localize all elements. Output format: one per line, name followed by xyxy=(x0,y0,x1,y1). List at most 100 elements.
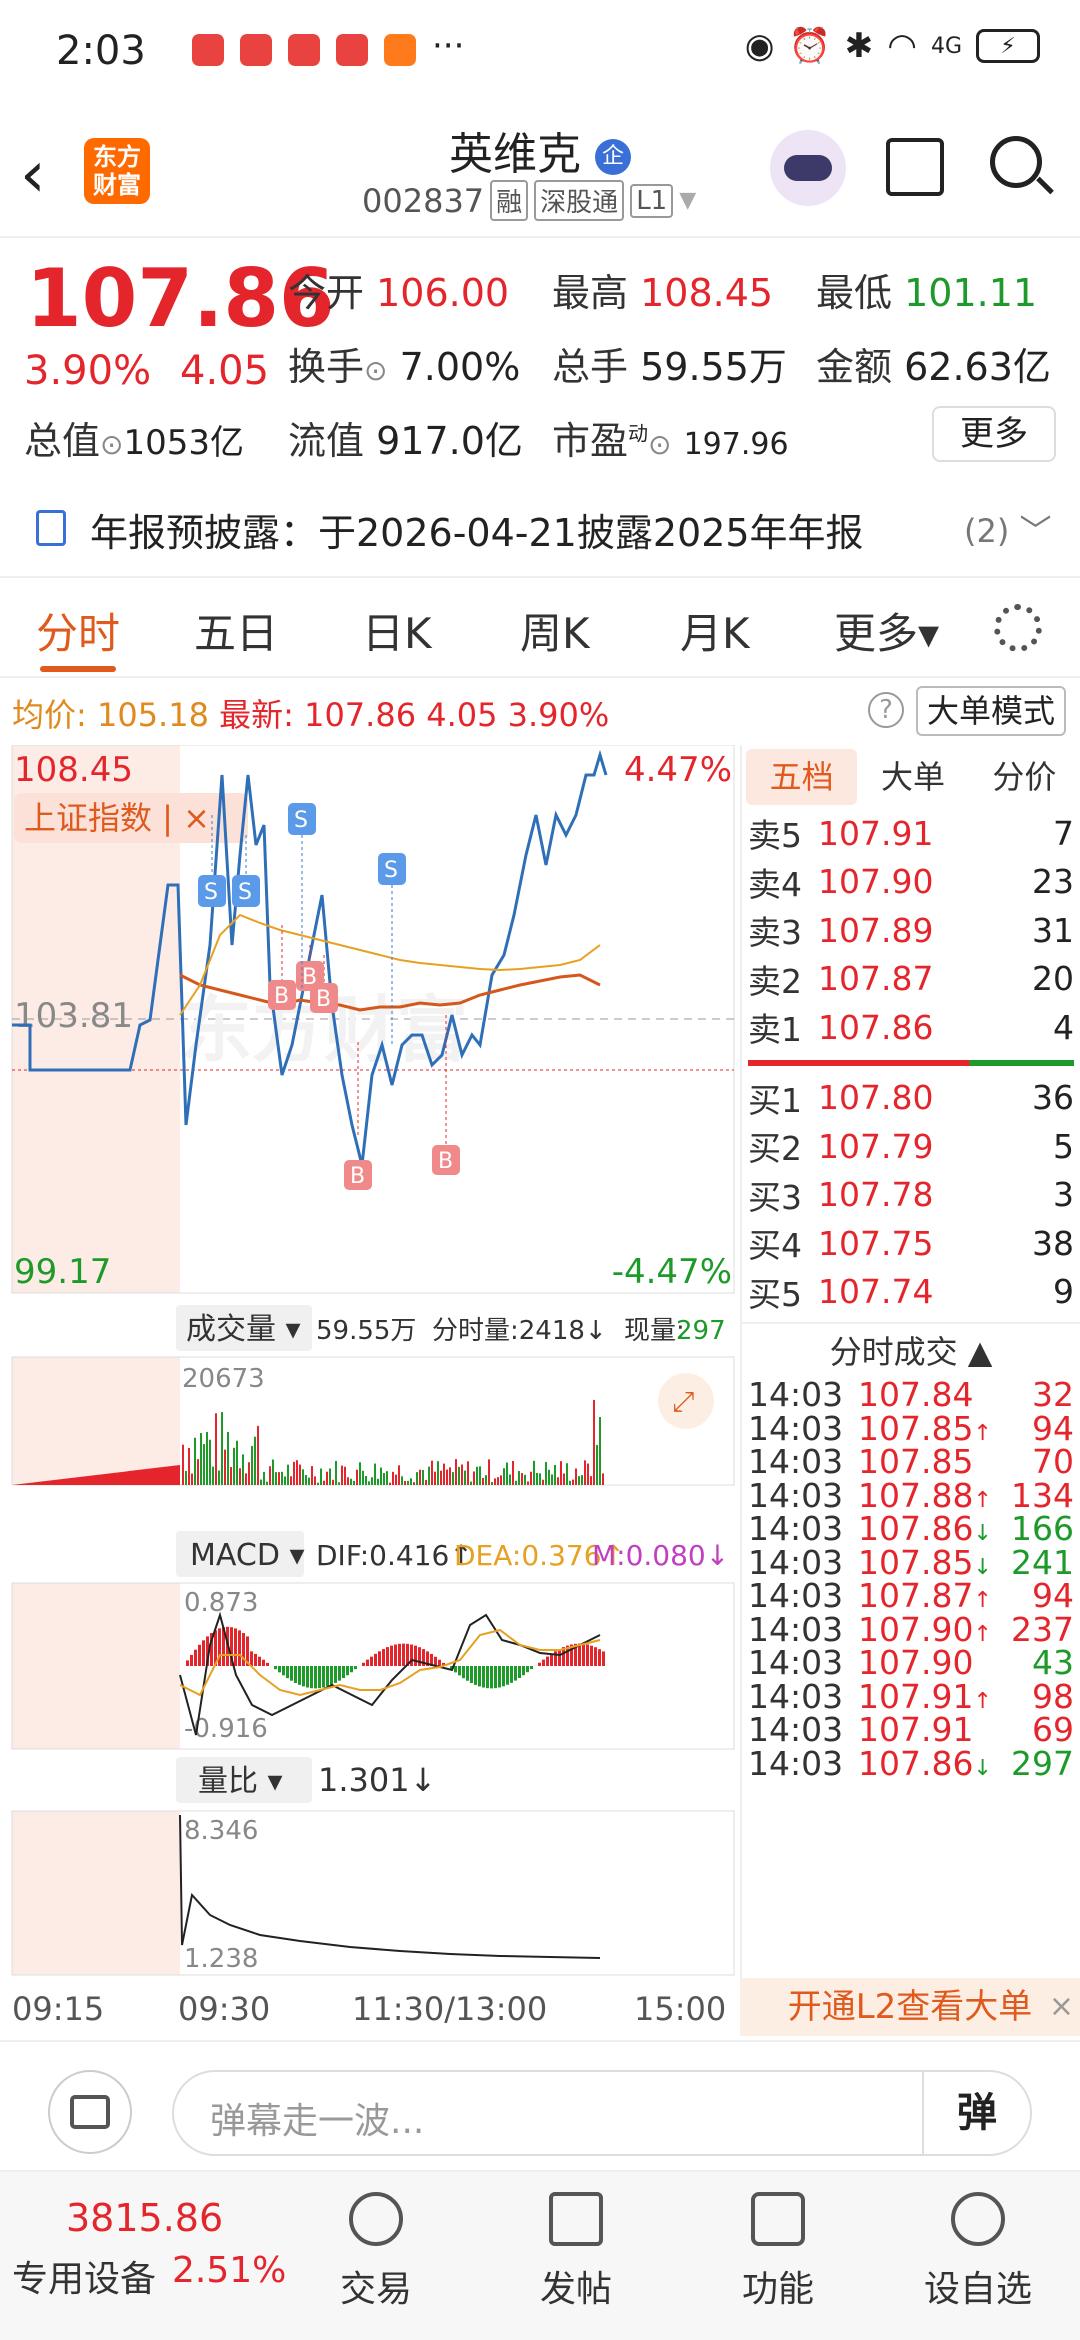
ask-row[interactable]: 卖1 107.86 4 xyxy=(742,1003,1080,1052)
tab-big-orders[interactable]: 大单 xyxy=(857,749,968,805)
grid-icon xyxy=(751,2192,805,2246)
tab-five-levels[interactable]: 五档 xyxy=(746,749,858,805)
gear-icon[interactable] xyxy=(994,604,1042,652)
trade-row[interactable]: 14:03 107.86↓ 297 xyxy=(742,1744,1080,1783)
volume-bar xyxy=(404,1481,406,1485)
ask-row[interactable]: 卖3 107.89 31 xyxy=(742,906,1080,955)
share-icon[interactable] xyxy=(886,138,944,196)
bid-row[interactable]: 买3 107.78 3 xyxy=(742,1171,1080,1220)
ask-row[interactable]: 卖2 107.87 20 xyxy=(742,955,1080,1004)
volume-max: 20673 xyxy=(182,1364,265,1394)
tab-monthly-k[interactable]: 月K xyxy=(680,600,750,661)
notification-app-icon xyxy=(384,34,416,66)
nav-trade[interactable]: 交易 xyxy=(306,2192,446,2312)
ask-row[interactable]: 卖4 107.90 23 xyxy=(742,858,1080,907)
trade-row[interactable]: 14:03 107.91 69 xyxy=(742,1710,1080,1749)
macd-bar xyxy=(370,1656,373,1666)
low-label: 最低 xyxy=(816,271,893,315)
volume-bar xyxy=(371,1477,373,1485)
level-price: 107.90 xyxy=(818,862,934,902)
l2-upgrade-banner[interactable]: 开通L2查看大单 × xyxy=(740,1978,1080,2036)
trade-row[interactable]: 14:03 107.88↑ 134 xyxy=(742,1476,1080,1515)
level-quantity: 7 xyxy=(1053,813,1074,853)
volume-bar xyxy=(476,1466,478,1485)
macd-bar xyxy=(486,1666,489,1689)
volume-bar xyxy=(515,1480,517,1485)
volume-bar xyxy=(314,1476,316,1485)
volume-bar xyxy=(245,1473,247,1485)
intraday-chart[interactable]: 东方财富 108.45 4.47% 103.81 99.17 -4.47% 上证… xyxy=(0,744,740,2035)
tab-daily-k[interactable]: 日K xyxy=(362,600,432,661)
volume-bar xyxy=(221,1412,223,1485)
bid-row[interactable]: 买1 107.80 36 xyxy=(742,1074,1080,1123)
tab-price-distribution[interactable]: 分价 xyxy=(969,749,1080,805)
stock-subtitle[interactable]: 002837 融 深股通 L1 ▼ xyxy=(362,180,696,221)
edit-icon xyxy=(549,2192,603,2246)
volume-bar xyxy=(401,1476,403,1485)
info-icon[interactable]: ⊙ xyxy=(364,354,387,387)
trade-row[interactable]: 14:03 107.86↓ 166 xyxy=(742,1509,1080,1548)
macd-bar xyxy=(298,1666,301,1685)
volume-bar xyxy=(527,1481,529,1485)
more-button[interactable]: 更多 xyxy=(932,406,1056,462)
volume-bar xyxy=(449,1467,451,1485)
nav-post[interactable]: 发帖 xyxy=(506,2192,646,2312)
danmu-input[interactable]: 弹幕走一波... 弹 xyxy=(172,2070,1032,2156)
chart-tabs: 分时 五日 日K 周K 月K 更多▾ xyxy=(0,578,1080,678)
info-icon[interactable]: ⊙ xyxy=(100,428,123,461)
yen-icon xyxy=(349,2192,403,2246)
tab-five-day[interactable]: 五日 xyxy=(194,600,278,661)
macd-top: 0.873 xyxy=(184,1588,258,1618)
volume-bar xyxy=(266,1481,268,1485)
volume-bar xyxy=(500,1475,502,1485)
macd-bar xyxy=(282,1666,285,1676)
macd-bar xyxy=(474,1666,477,1685)
open-value: 106.00 xyxy=(376,271,510,315)
macd-bar xyxy=(578,1643,581,1666)
macd-bar xyxy=(198,1644,201,1666)
trade-row[interactable]: 14:03 107.85 70 xyxy=(742,1442,1080,1481)
trade-row[interactable]: 14:03 107.87↑ 94 xyxy=(742,1576,1080,1615)
tab-more[interactable]: 更多▾ xyxy=(834,600,939,661)
macd-bar xyxy=(330,1666,333,1685)
eye-icon: ◉ xyxy=(744,26,775,66)
volume-bar xyxy=(461,1464,463,1485)
l2-banner-text: 开通L2查看大单 xyxy=(787,1987,1033,2027)
volume-bar xyxy=(431,1460,433,1485)
notice-text: 年报预披露：于2026-04-21披露2025年年报 xyxy=(90,511,864,555)
info-icon[interactable]: ⊙ xyxy=(648,428,671,461)
svg-text:B: B xyxy=(350,1164,365,1189)
bid-row[interactable]: 买5 107.74 9 xyxy=(742,1268,1080,1317)
trade-row[interactable]: 14:03 107.90 43 xyxy=(742,1643,1080,1682)
close-icon[interactable]: × xyxy=(1049,1978,1074,2036)
volume-bar xyxy=(254,1436,256,1485)
notification-app-icon xyxy=(240,34,272,66)
trade-row[interactable]: 14:03 107.85↓ 241 xyxy=(742,1543,1080,1582)
macd-bar xyxy=(362,1662,365,1666)
macd-bar xyxy=(386,1647,389,1666)
bid-row[interactable]: 买4 107.75 38 xyxy=(742,1219,1080,1268)
big-order-mode-button[interactable]: 大单模式 xyxy=(916,686,1066,736)
nav-add-watchlist[interactable]: 设自选 xyxy=(908,2192,1048,2312)
volume-bar xyxy=(425,1479,427,1485)
volume-bar xyxy=(284,1476,286,1485)
tab-intraday[interactable]: 分时 xyxy=(36,600,120,672)
search-icon[interactable] xyxy=(990,136,1042,188)
help-icon[interactable]: ? xyxy=(868,692,904,728)
trade-row[interactable]: 14:03 107.90↑ 237 xyxy=(742,1610,1080,1649)
turnover-label: 换手 xyxy=(288,345,365,389)
trade-row[interactable]: 14:03 107.85↑ 94 xyxy=(742,1409,1080,1448)
nav-functions[interactable]: 功能 xyxy=(708,2192,848,2312)
danmu-toggle[interactable]: 弹 xyxy=(922,2072,1030,2154)
tab-weekly-k[interactable]: 周K xyxy=(520,600,590,661)
ask-row[interactable]: 卖5 107.91 7 xyxy=(742,809,1080,858)
trades-header[interactable]: 分时成交 ▲ xyxy=(742,1322,1080,1378)
trade-row[interactable]: 14:03 107.91↑ 98 xyxy=(742,1677,1080,1716)
volume-bar xyxy=(560,1461,562,1485)
annual-report-notice[interactable]: 年报预披露：于2026-04-21披露2025年年报 (2) ﹀ xyxy=(0,478,1080,578)
assistant-robot-icon[interactable] xyxy=(770,130,846,206)
bid-row[interactable]: 买2 107.79 5 xyxy=(742,1122,1080,1171)
volume-bar xyxy=(389,1482,391,1485)
trade-row[interactable]: 14:03 107.84 32 xyxy=(742,1375,1080,1414)
danmu-settings-icon[interactable] xyxy=(48,2070,132,2154)
